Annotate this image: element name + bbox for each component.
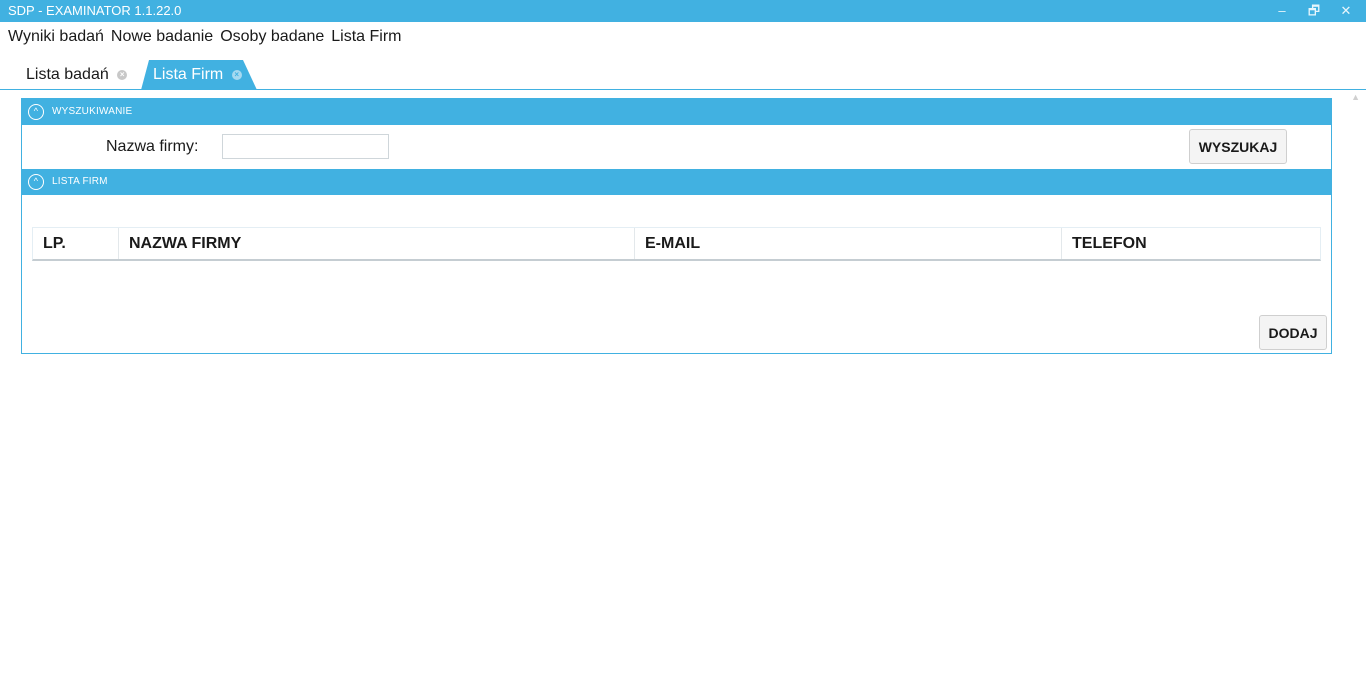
column-header-phone[interactable]: TELEFON <box>1062 228 1320 259</box>
menu-item-lista-firm[interactable]: Lista Firm <box>331 25 401 49</box>
menu-item-osoby-badane[interactable]: Osoby badane <box>220 25 324 49</box>
company-name-label: Nazwa firmy: <box>106 138 199 155</box>
window-controls: – 🗗 ✕ <box>1266 0 1362 22</box>
column-header-email[interactable]: E-MAIL <box>635 228 1062 259</box>
column-header-company-name[interactable]: NAZWA FIRMY <box>119 228 635 259</box>
tab-strip: Lista badań × Lista Firm × <box>0 60 1366 90</box>
search-section-header[interactable]: ^ WYSZUKIWANIE <box>22 99 1331 125</box>
company-name-input[interactable] <box>222 134 389 159</box>
close-icon[interactable]: ✕ <box>1330 0 1362 22</box>
menu-item-wyniki-badan[interactable]: Wyniki badań <box>8 25 104 49</box>
title-bar: SDP - EXAMINATOR 1.1.22.0 – 🗗 ✕ <box>0 0 1366 22</box>
list-section-title: LISTA FIRM <box>52 176 108 187</box>
list-section-header[interactable]: ^ LISTA FIRM <box>22 169 1331 195</box>
search-section-title: WYSZUKIWANIE <box>52 106 133 117</box>
minimize-icon[interactable]: – <box>1266 0 1298 22</box>
companies-panel: ^ WYSZUKIWANIE Nazwa firmy: WYSZUKAJ ^ L… <box>21 98 1332 354</box>
add-button[interactable]: DODAJ <box>1259 315 1327 350</box>
tab-label: Lista badań <box>26 66 109 83</box>
tab-label: Lista Firm <box>153 66 224 83</box>
scroll-up-icon[interactable]: ▲ <box>1351 92 1360 102</box>
menu-item-nowe-badanie[interactable]: Nowe badanie <box>111 25 213 49</box>
search-button[interactable]: WYSZUKAJ <box>1189 129 1287 164</box>
menu-bar: Wyniki badań Nowe badanie Osoby badane L… <box>0 25 402 49</box>
restore-icon[interactable]: 🗗 <box>1298 0 1330 22</box>
tab-lista-firm[interactable]: Lista Firm × <box>141 60 257 90</box>
close-circle-icon[interactable]: × <box>117 69 128 80</box>
companies-table-header: LP. NAZWA FIRMY E-MAIL TELEFON <box>32 227 1321 261</box>
tab-lista-badan[interactable]: Lista badań × <box>16 60 137 90</box>
chevron-up-circle-icon[interactable]: ^ <box>28 174 44 190</box>
column-header-lp[interactable]: LP. <box>33 228 119 259</box>
chevron-up-circle-icon[interactable]: ^ <box>28 104 44 120</box>
window-title: SDP - EXAMINATOR 1.1.22.0 <box>8 3 182 18</box>
close-circle-icon[interactable]: × <box>231 69 242 80</box>
